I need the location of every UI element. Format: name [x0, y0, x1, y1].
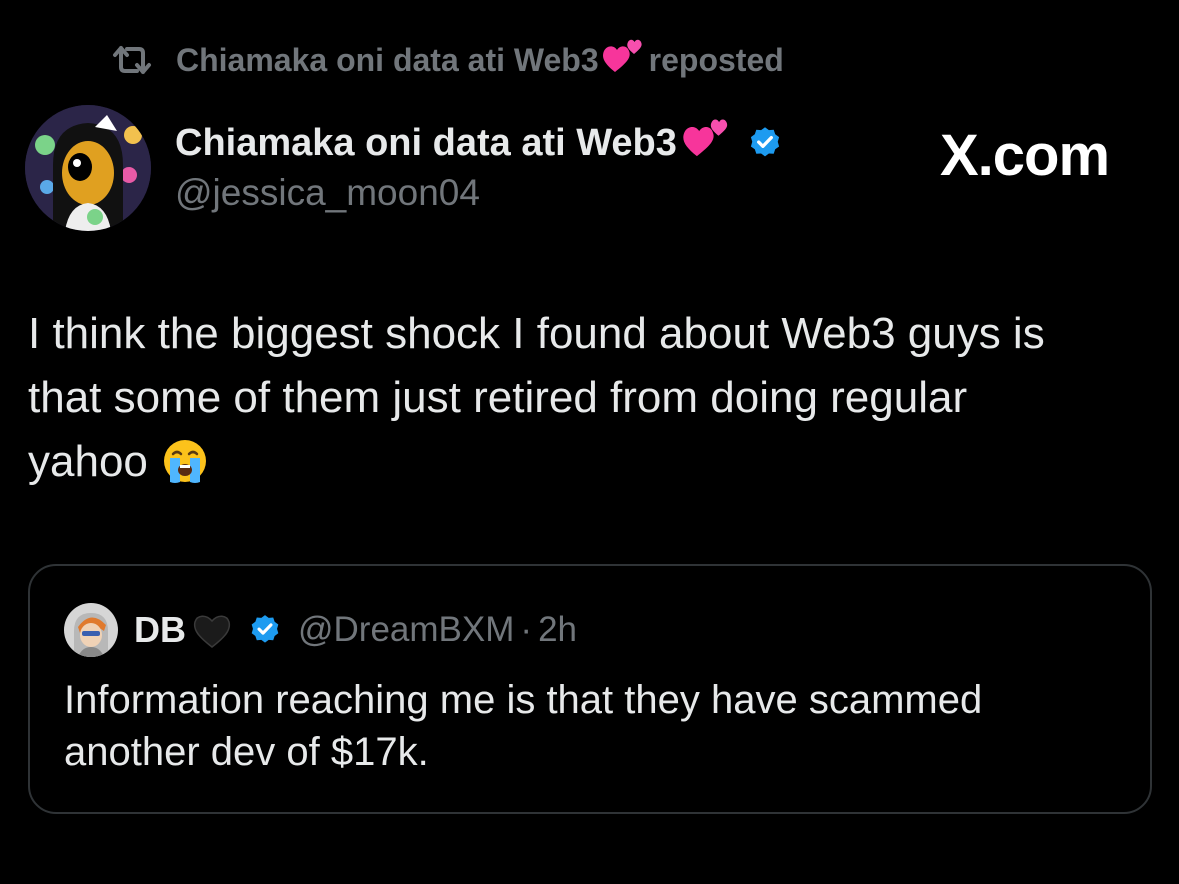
two-hearts-emoji-icon	[681, 115, 731, 171]
repost-header[interactable]: Chiamaka oni data ati Web3 reposted	[110, 38, 784, 82]
loudly-crying-face-emoji-icon	[150, 440, 208, 494]
quote-avatar[interactable]	[64, 603, 118, 657]
quote-text-line: another dev of $17k.	[64, 730, 429, 774]
repost-action: reposted	[648, 41, 784, 78]
author-name-text[interactable]: Chiamaka oni data ati Web3	[175, 122, 677, 165]
post-text-line: that some of them just retired from doin…	[28, 373, 968, 422]
x-post-screenshot: Chiamaka oni data ati Web3 reposted Chia…	[0, 0, 1179, 884]
repost-icon	[110, 40, 156, 80]
post-text-line-last: yahoo	[28, 430, 1158, 502]
quoted-post-text: Information reaching me is that they hav…	[64, 674, 1124, 778]
verified-badge-icon[interactable]	[248, 613, 282, 647]
quote-text-line: Information reaching me is that they hav…	[64, 678, 983, 722]
post-text-line: yahoo	[28, 437, 148, 486]
post-text: I think the biggest shock I found about …	[28, 302, 1158, 502]
quote-separator: ·	[520, 610, 533, 649]
black-heart-emoji-icon	[190, 610, 234, 650]
post-text-line: I think the biggest shock I found about …	[28, 309, 1045, 358]
quoted-post[interactable]: DB @DreamBXM · 2h Information reaching m…	[28, 564, 1152, 814]
repost-user-name[interactable]: Chiamaka oni data ati Web3	[176, 42, 599, 79]
verified-badge-icon[interactable]	[747, 125, 783, 161]
quoted-post-header: DB @DreamBXM · 2h	[64, 602, 577, 658]
quote-timestamp[interactable]: 2h	[538, 610, 577, 650]
author-name[interactable]: Chiamaka oni data ati Web3	[175, 118, 783, 168]
quote-author-handle[interactable]: @DreamBXM	[298, 610, 514, 650]
author-handle[interactable]: @jessica_moon04	[175, 172, 480, 214]
brand-watermark: X.com	[940, 123, 1110, 188]
avatar[interactable]	[25, 105, 151, 231]
quote-author-name[interactable]: DB	[134, 609, 186, 651]
two-hearts-emoji-icon	[601, 36, 645, 84]
